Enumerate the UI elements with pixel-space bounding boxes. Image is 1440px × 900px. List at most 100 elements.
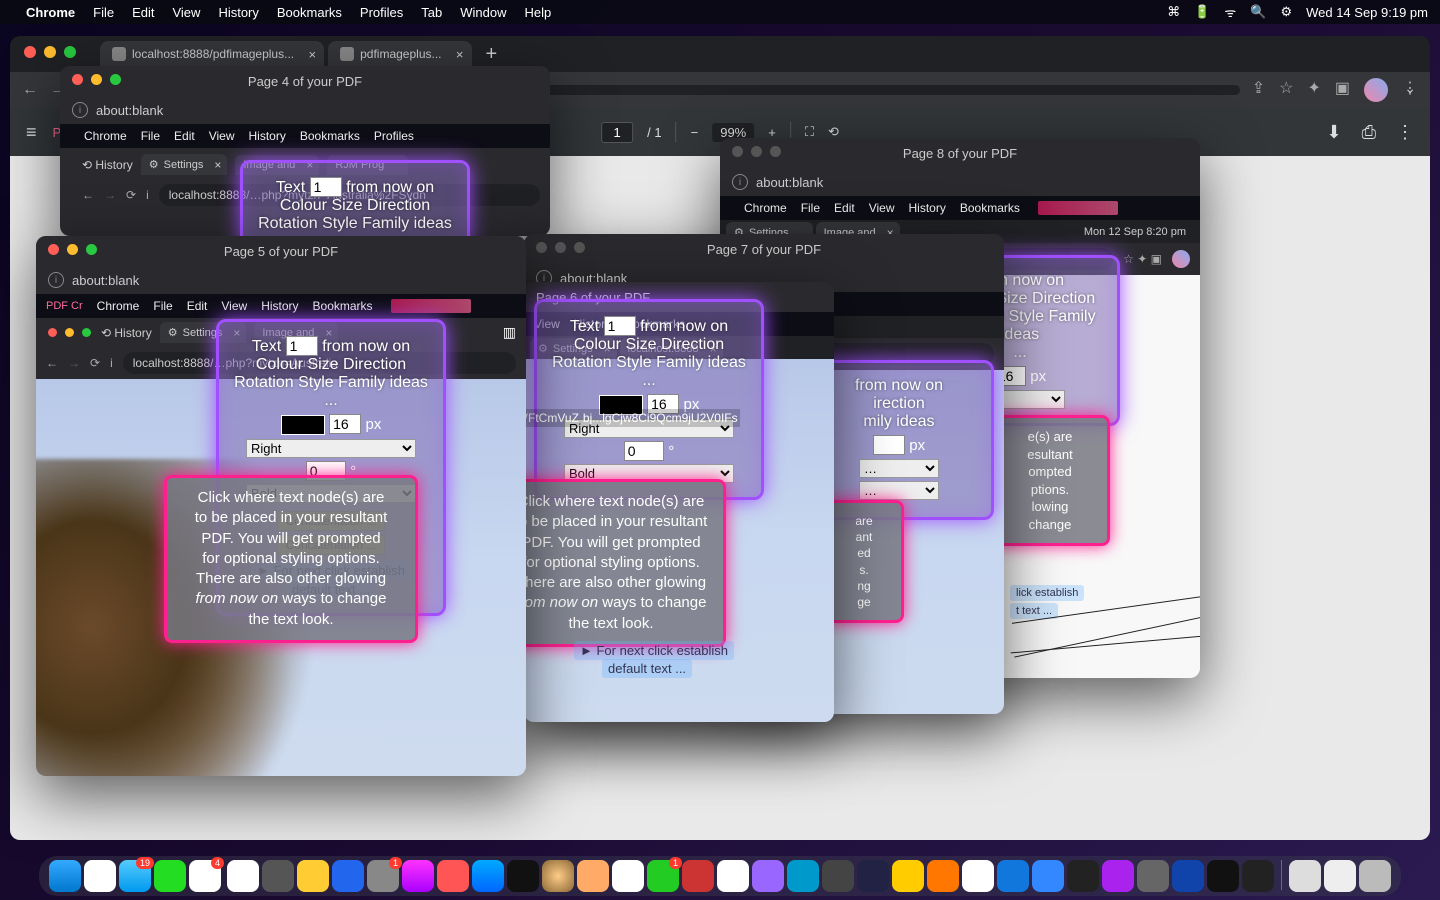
dock-tv[interactable] <box>507 860 539 892</box>
default-text-link[interactable]: default text ... <box>602 659 692 678</box>
popup-titlebar[interactable]: Page 5 of your PDF <box>36 236 526 266</box>
nested-tab[interactable]: ⚙ Settings× <box>141 154 228 175</box>
close-tab-icon[interactable]: × <box>309 47 317 62</box>
dock-firefox[interactable] <box>577 860 609 892</box>
spotlight-icon[interactable]: 🔍 <box>1250 4 1266 20</box>
popup-titlebar[interactable]: Page 7 of your PDF <box>524 234 1004 264</box>
hamburger-icon[interactable]: ≡ <box>26 122 37 143</box>
dock-app[interactable] <box>542 860 574 892</box>
menubar-app[interactable]: Chrome <box>26 5 75 20</box>
tab-1[interactable]: localhost:8888/pdfimageplus...× <box>100 41 324 67</box>
dock-app[interactable] <box>822 860 854 892</box>
maximize-window-button[interactable] <box>64 46 76 58</box>
text-count-input[interactable] <box>604 316 636 336</box>
dock-word[interactable] <box>997 860 1029 892</box>
new-tab-button[interactable]: + <box>486 43 498 66</box>
zoom-out-button[interactable]: − <box>691 125 699 140</box>
text-count-input[interactable] <box>286 336 318 356</box>
dock-folder[interactable] <box>1289 860 1321 892</box>
info-icon[interactable]: i <box>110 356 113 370</box>
bookmark-star-icon[interactable]: ☆ <box>1279 78 1293 102</box>
zoom-icon[interactable] <box>86 244 97 255</box>
color-swatch[interactable] <box>281 415 325 435</box>
tab-overflow-icon[interactable]: ⌄ <box>1404 80 1416 97</box>
menu-file[interactable]: File <box>93 5 114 20</box>
direction-select[interactable]: Right <box>246 439 416 458</box>
close-icon[interactable] <box>72 74 83 85</box>
clock[interactable]: Wed 14 Sep 9:19 pm <box>1306 5 1428 20</box>
dock-news[interactable] <box>437 860 469 892</box>
dock-reminders[interactable]: 4 <box>189 860 221 892</box>
battery-icon[interactable]: 🔋 <box>1194 4 1210 20</box>
share-icon[interactable]: ⇪ <box>1252 78 1265 102</box>
info-icon[interactable]: i <box>48 272 64 288</box>
reload-icon[interactable]: ⟳ <box>90 356 100 370</box>
next-click-link[interactable]: ► For next click establish <box>574 641 734 660</box>
dock-zoom[interactable] <box>1032 860 1064 892</box>
dock-finder[interactable] <box>49 860 81 892</box>
dock-calendar[interactable] <box>227 860 259 892</box>
dock-app[interactable] <box>962 860 994 892</box>
style-select[interactable]: … <box>859 481 939 500</box>
popup-page-5[interactable]: Page 5 of your PDF iabout:blank PDF Cr C… <box>36 236 526 776</box>
dock-app[interactable] <box>1102 860 1134 892</box>
dock-app[interactable] <box>927 860 959 892</box>
dock-app[interactable] <box>1242 860 1274 892</box>
dock-sys[interactable]: 1 <box>367 860 399 892</box>
menu-edit[interactable]: Edit <box>132 5 154 20</box>
size-input[interactable] <box>873 435 905 455</box>
sidepanel-icon[interactable]: ▣ <box>1335 78 1350 102</box>
dock-chrome[interactable] <box>612 860 644 892</box>
dock-messages[interactable] <box>154 860 186 892</box>
close-tab-icon[interactable]: × <box>456 47 464 62</box>
text-count-input[interactable] <box>310 177 342 197</box>
dock-app[interactable] <box>892 860 924 892</box>
dock-music[interactable] <box>402 860 434 892</box>
dock-app[interactable] <box>857 860 889 892</box>
close-window-button[interactable] <box>24 46 36 58</box>
size-input[interactable] <box>329 414 361 434</box>
menu-tab[interactable]: Tab <box>421 5 442 20</box>
dock-appstore[interactable] <box>472 860 504 892</box>
profile-avatar[interactable] <box>1364 78 1388 102</box>
direction-select[interactable]: … <box>859 459 939 478</box>
info-icon[interactable]: i <box>72 102 88 118</box>
minimize-icon[interactable] <box>91 74 102 85</box>
menu-help[interactable]: Help <box>525 5 552 20</box>
tab-2[interactable]: pdfimageplus...× <box>328 41 471 67</box>
dock-iterm[interactable] <box>1207 860 1239 892</box>
print-icon[interactable]: ⎙ <box>1362 122 1376 143</box>
download-icon[interactable]: ⬇ <box>1327 122 1342 143</box>
pdf-menu-icon[interactable]: ⋮ <box>1396 122 1414 143</box>
menu-window[interactable]: Window <box>460 5 506 20</box>
menu-view[interactable]: View <box>172 5 200 20</box>
menu-profiles[interactable]: Profiles <box>360 5 403 20</box>
minimize-icon[interactable] <box>751 146 762 157</box>
zoom-icon[interactable] <box>110 74 121 85</box>
back-button[interactable]: ← <box>22 81 38 99</box>
zoom-icon[interactable] <box>574 242 585 253</box>
dock-trash[interactable] <box>1359 860 1391 892</box>
avatar[interactable] <box>1172 250 1190 268</box>
dock-app[interactable] <box>787 860 819 892</box>
dock-terminal[interactable] <box>1067 860 1099 892</box>
dock-filezilla[interactable] <box>682 860 714 892</box>
page-current-input[interactable] <box>601 122 633 143</box>
wifi-icon[interactable]: ᯤ <box>1224 3 1236 21</box>
dock-app[interactable] <box>262 860 294 892</box>
dock-app[interactable] <box>1137 860 1169 892</box>
dock-notes[interactable] <box>297 860 329 892</box>
control-center-icon[interactable]: ⚙ <box>1280 4 1292 20</box>
zoom-icon[interactable] <box>770 146 781 157</box>
minimize-icon[interactable] <box>555 242 566 253</box>
bluetooth-icon[interactable]: ⌘ <box>1167 4 1180 20</box>
dock-mail[interactable]: 19 <box>119 860 151 892</box>
popup-page-6[interactable]: Page 6 of your PDF View History Bookmark… <box>524 282 834 722</box>
close-icon[interactable] <box>536 242 547 253</box>
dock-folder[interactable] <box>1324 860 1356 892</box>
minimize-window-button[interactable] <box>44 46 56 58</box>
back-icon[interactable]: ← <box>46 356 58 370</box>
dock-app[interactable] <box>332 860 364 892</box>
minimize-icon[interactable] <box>67 244 78 255</box>
popup-titlebar[interactable]: Page 4 of your PDF <box>60 66 550 96</box>
